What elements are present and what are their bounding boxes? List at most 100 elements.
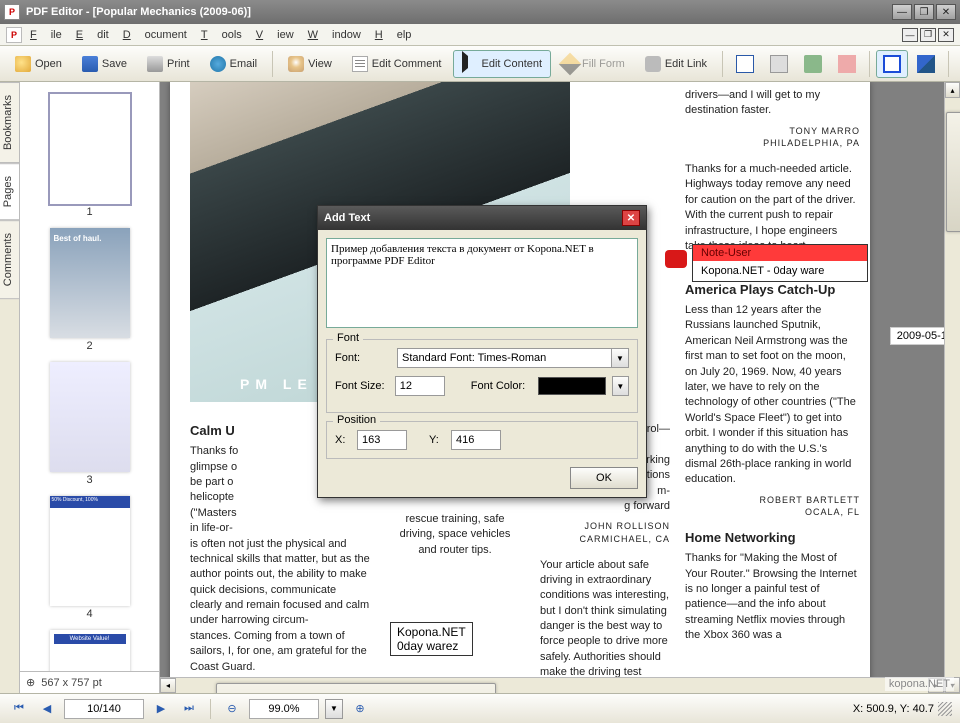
position-fieldset: Position X: Y:: [326, 421, 638, 459]
menu-window[interactable]: Window: [308, 29, 361, 41]
dialog-close-button[interactable]: ✕: [622, 210, 640, 226]
edit-comment-button[interactable]: Edit Comment: [343, 50, 451, 78]
prev-page-button[interactable]: ◀: [36, 699, 58, 719]
tab-bookmarks[interactable]: Bookmarks: [0, 82, 19, 163]
hand-icon: [288, 56, 304, 72]
image-icon: [770, 55, 788, 73]
font-size-label: Font Size:: [335, 380, 389, 392]
mdi-minimize[interactable]: —: [902, 28, 918, 42]
horizontal-scrollbar[interactable]: ◂ ▸: [160, 677, 944, 693]
scroll-thumb[interactable]: [946, 112, 960, 232]
minimize-button[interactable]: —: [892, 4, 912, 20]
scroll-left-icon[interactable]: ◂: [160, 678, 176, 693]
pen-icon: [917, 55, 935, 73]
zoom-out-button[interactable]: ⊖: [221, 699, 243, 719]
chevron-down-icon[interactable]: ▼: [611, 348, 629, 368]
zoom-indicator[interactable]: 99.0%: [249, 699, 319, 719]
folder-icon: [15, 56, 31, 72]
ok-button[interactable]: OK: [570, 467, 638, 489]
open-button[interactable]: Open: [6, 50, 71, 78]
title-bar: P PDF Editor - [Popular Mechanics (2009-…: [0, 0, 960, 24]
scroll-up-icon[interactable]: ▴: [945, 82, 960, 98]
resize-grip-icon[interactable]: [938, 702, 952, 716]
view-button[interactable]: View: [279, 50, 341, 78]
font-color-swatch[interactable]: [538, 377, 605, 395]
column-4: drivers—and I will get to my destination…: [685, 88, 860, 644]
y-label: Y:: [429, 434, 445, 446]
thumb-3[interactable]: [50, 362, 130, 472]
menu-tools[interactable]: Tools: [201, 29, 242, 41]
dialog-title: Add Text: [324, 212, 370, 224]
maximize-button[interactable]: ❐: [914, 4, 934, 20]
y-input[interactable]: [451, 430, 501, 450]
font-size-input[interactable]: [395, 376, 445, 396]
globe-icon: [210, 56, 226, 72]
stamp-icon: [804, 55, 822, 73]
font-value[interactable]: [397, 348, 611, 368]
mdi-restore[interactable]: ❐: [920, 28, 936, 42]
close-button[interactable]: ✕: [936, 4, 956, 20]
edit-link-button[interactable]: Edit Link: [636, 50, 716, 78]
printer-icon: [147, 56, 163, 72]
expand-icon[interactable]: ⊕: [26, 676, 35, 689]
email-button[interactable]: Email: [201, 50, 267, 78]
thumb-1[interactable]: [50, 94, 130, 204]
window-title: PDF Editor - [Popular Mechanics (2009-06…: [26, 6, 892, 18]
menu-document[interactable]: Document: [123, 29, 187, 41]
column-2: rescue training, safe driving, space veh…: [390, 512, 520, 558]
hscroll-thumb[interactable]: [216, 683, 496, 693]
textbox-icon: [736, 55, 754, 73]
menu-bar: P File Edit Document Tools View Window H…: [0, 24, 960, 46]
menu-edit[interactable]: Edit: [76, 29, 109, 41]
status-bar: ⏮ ◀ 10/140 ▶ ⏭ ⊖ 99.0% ▼ ⊕ X: 500.9, Y: …: [0, 693, 960, 723]
menu-view[interactable]: View: [256, 29, 294, 41]
pen-tool-button[interactable]: [910, 50, 942, 78]
text-input[interactable]: [326, 238, 638, 328]
toolbar: Open Save Print Email View Edit Comment …: [0, 46, 960, 82]
note-marker-icon[interactable]: [665, 250, 687, 268]
link-icon: [645, 56, 661, 72]
page-indicator[interactable]: 10/140: [64, 699, 144, 719]
tab-comments[interactable]: Comments: [0, 220, 19, 299]
text-tool-active-button[interactable]: [876, 50, 908, 78]
fill-form-button[interactable]: Fill Form: [553, 50, 634, 78]
thumb-dim: 567 x 757 pt: [41, 677, 102, 689]
image-tool-button[interactable]: [763, 50, 795, 78]
cursor-coords: X: 500.9, Y: 40.7: [853, 703, 934, 715]
dialog-titlebar[interactable]: Add Text ✕: [318, 206, 646, 230]
vertical-scrollbar[interactable]: ▴ ▾: [944, 82, 960, 693]
last-page-button[interactable]: ⏭: [178, 699, 200, 719]
print-button[interactable]: Print: [138, 50, 199, 78]
thumb-5[interactable]: [50, 630, 130, 671]
note-header: Note-User: [693, 245, 867, 261]
eraser-tool-button[interactable]: [831, 50, 863, 78]
zoom-dropdown-icon[interactable]: ▼: [325, 699, 343, 719]
edit-content-button[interactable]: Edit Content: [453, 50, 552, 78]
menu-file[interactable]: File: [30, 29, 62, 41]
side-tabs: Bookmarks Pages Comments: [0, 82, 20, 693]
first-page-button[interactable]: ⏮: [8, 699, 30, 719]
stamp-tool-button[interactable]: [797, 50, 829, 78]
pencil-icon: [559, 52, 582, 75]
zoom-in-button[interactable]: ⊕: [349, 699, 371, 719]
thumbnail-list[interactable]: 1 2 3 4: [20, 82, 159, 671]
color-dropdown-icon[interactable]: ▼: [612, 376, 629, 396]
font-color-label: Font Color:: [471, 380, 532, 392]
watermark: kopona.NET: [885, 677, 954, 691]
doc-icon: P: [6, 27, 22, 43]
x-input[interactable]: [357, 430, 407, 450]
disk-icon: [82, 56, 98, 72]
mdi-close[interactable]: ✕: [938, 28, 954, 42]
note-tooltip: Note-User Kopona.NET - 0day ware: [692, 244, 868, 282]
font-select[interactable]: ▼: [397, 348, 629, 368]
tab-pages[interactable]: Pages: [0, 163, 19, 220]
thumb-2[interactable]: [50, 228, 130, 338]
thumb-4[interactable]: [50, 496, 130, 606]
thumbnail-panel: 1 2 3 4 ⊕ 567 x 757 pt: [20, 82, 160, 693]
add-text-dialog: Add Text ✕ Font Font: ▼ Font Size: Font …: [317, 205, 647, 498]
menu-help[interactable]: Help: [375, 29, 412, 41]
next-page-button[interactable]: ▶: [150, 699, 172, 719]
save-button[interactable]: Save: [73, 50, 136, 78]
inserted-text-box[interactable]: Kopona.NET 0day warez: [390, 622, 473, 656]
text-tool-button[interactable]: [729, 50, 761, 78]
